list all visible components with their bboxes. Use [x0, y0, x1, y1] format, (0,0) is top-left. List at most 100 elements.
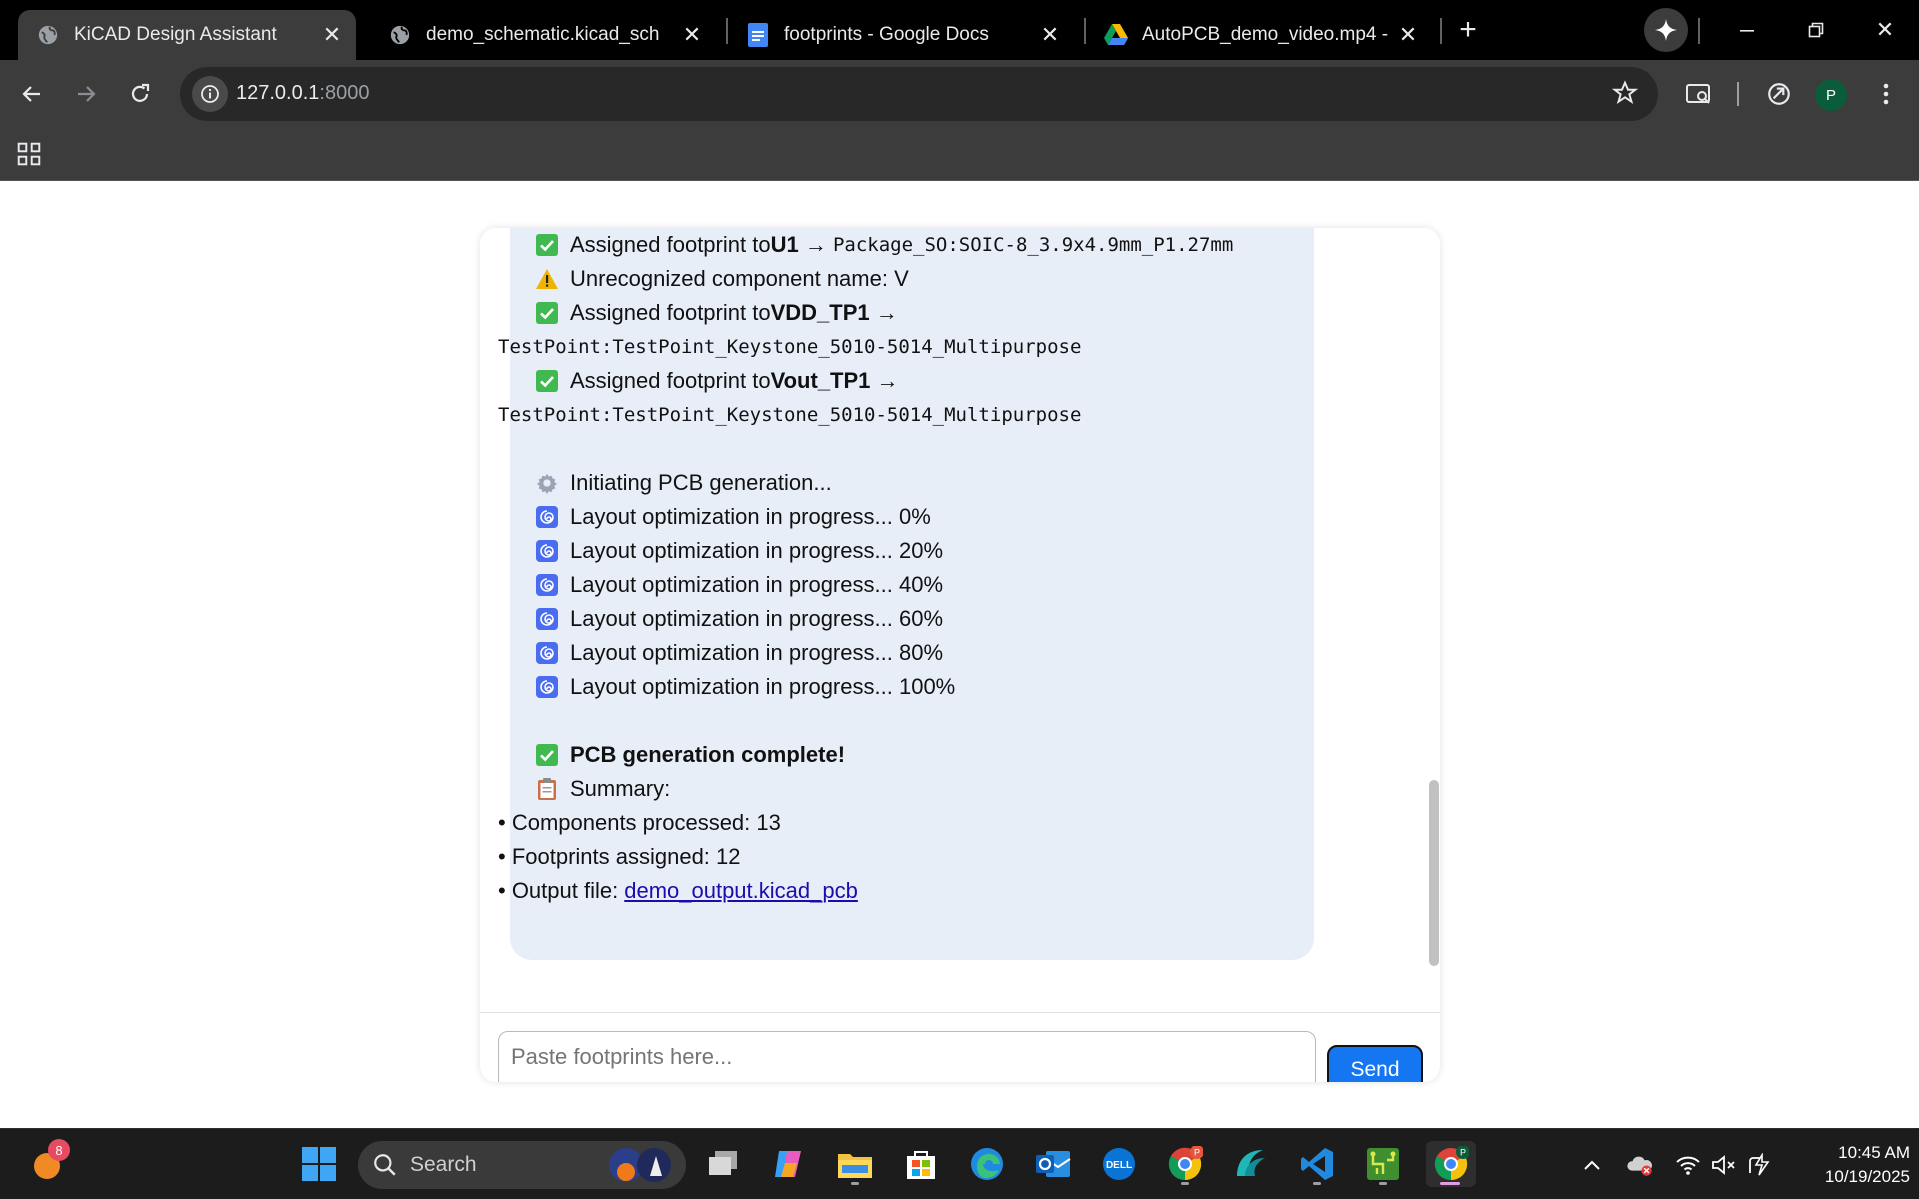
- tab-autopcb-video[interactable]: AutoPCB_demo_video.mp4 - Go ✕: [1086, 10, 1432, 60]
- tab-kicad-design-assistant[interactable]: KiCAD Design Assistant ✕: [18, 10, 356, 60]
- wifi-icon: [1676, 1156, 1700, 1175]
- close-tab-icon[interactable]: ✕: [314, 17, 350, 53]
- edge-button[interactable]: [964, 1141, 1010, 1187]
- volume-muted-icon: [1712, 1155, 1735, 1175]
- tab-title: demo_schematic.kicad_sch: [426, 24, 660, 45]
- chat-container: Assigned footprint to U1 → Package_SO:SO…: [480, 228, 1440, 1082]
- line-text: • Output file:: [498, 878, 619, 903]
- message-line: Summary:: [534, 772, 1314, 806]
- footprint-input[interactable]: [498, 1031, 1316, 1082]
- chrome-menu-button[interactable]: [1866, 74, 1906, 114]
- line-text: Unrecognized component name: V: [570, 266, 909, 291]
- minimize-button[interactable]: [1722, 6, 1772, 54]
- file-explorer-button[interactable]: [832, 1141, 878, 1187]
- clipboard-icon: [534, 776, 560, 802]
- close-tab-icon[interactable]: ✕: [1390, 17, 1426, 53]
- browser-toolbar: 127.0.0.1:8000 P: [0, 60, 1919, 129]
- url-port: :8000: [319, 82, 370, 104]
- summary-item: • Components processed: 13: [498, 806, 1314, 840]
- summary-item: • Output file: demo_output.kicad_pcb: [498, 874, 1314, 908]
- chat-scrollbar-thumb[interactable]: [1429, 780, 1439, 966]
- halloween-search-highlight-icon: [609, 1148, 671, 1182]
- task-view-button[interactable]: [700, 1141, 746, 1187]
- system-clock[interactable]: 10:45 AM 10/19/2025: [1790, 1141, 1910, 1189]
- close-tab-icon[interactable]: ✕: [674, 17, 710, 53]
- line-text: Assigned footprint to: [570, 300, 771, 325]
- google-drive-icon: [1104, 23, 1128, 47]
- volume-tray-button[interactable]: [1710, 1151, 1738, 1179]
- send-button[interactable]: Send: [1327, 1045, 1423, 1082]
- address-bar[interactable]: 127.0.0.1:8000: [180, 67, 1658, 121]
- wifi-tray-button[interactable]: [1674, 1151, 1702, 1179]
- wave-app-icon: [1237, 1150, 1265, 1176]
- line-text: Layout optimization in progress...: [570, 572, 893, 597]
- new-tab-button[interactable]: +: [1450, 12, 1486, 48]
- bookmark-star-button[interactable]: [1611, 80, 1639, 111]
- dell-logo-icon: DELL: [1103, 1148, 1135, 1180]
- cyclone-icon: [534, 572, 560, 598]
- chevron-up-icon: [1584, 1160, 1600, 1170]
- vscode-button[interactable]: [1294, 1141, 1340, 1187]
- windows-logo-icon: [302, 1147, 336, 1181]
- taskbar-search[interactable]: Search: [358, 1141, 686, 1189]
- reload-button[interactable]: [120, 74, 160, 114]
- tab-search-button[interactable]: [1679, 74, 1719, 114]
- url-host: 127.0.0.1: [236, 82, 320, 104]
- gemini-button[interactable]: [1644, 8, 1688, 52]
- leaf-speed-icon: [1768, 83, 1790, 105]
- check-icon: [534, 742, 560, 768]
- back-button[interactable]: [12, 74, 52, 114]
- chrome-profile-p-button[interactable]: P: [1162, 1141, 1208, 1187]
- line-text: Layout optimization in progress...: [570, 606, 893, 631]
- close-window-button[interactable]: ✕: [1860, 6, 1910, 54]
- progress-line: Layout optimization in progress... 100%: [534, 670, 1314, 704]
- tab-separator: [1698, 18, 1700, 44]
- start-button[interactable]: [296, 1141, 342, 1187]
- tab-footprints-docs[interactable]: footprints - Google Docs ✕: [728, 10, 1074, 60]
- cyclone-icon: [534, 674, 560, 700]
- widgets-button[interactable]: 8: [24, 1139, 70, 1187]
- chat-messages[interactable]: Assigned footprint to U1 → Package_SO:SO…: [480, 228, 1440, 1012]
- chrome-icon: P: [1168, 1146, 1203, 1181]
- running-indicator: [851, 1182, 859, 1185]
- kicad-pcb-button[interactable]: [1360, 1141, 1406, 1187]
- url-text[interactable]: 127.0.0.1:8000: [236, 82, 369, 105]
- clock-time: 10:45 AM: [1838, 1143, 1910, 1162]
- outlook-button[interactable]: [1030, 1141, 1076, 1187]
- tab-strip: KiCAD Design Assistant ✕ demo_schematic.…: [0, 0, 1919, 60]
- search-icon: [374, 1154, 396, 1176]
- google-docs-icon: [746, 23, 770, 47]
- clock-date: 10/19/2025: [1824, 1167, 1910, 1186]
- progress-value: 80%: [898, 640, 944, 665]
- battery-tray-button[interactable]: [1746, 1151, 1774, 1179]
- line-text: Initiating PCB generation...: [570, 470, 832, 495]
- forward-button[interactable]: [66, 74, 106, 114]
- restore-button[interactable]: [1791, 6, 1841, 54]
- vscode-icon: [1301, 1148, 1333, 1180]
- apps-button[interactable]: [16, 141, 44, 169]
- app-wave-button[interactable]: [1228, 1141, 1274, 1187]
- message-line: TestPoint:TestPoint_Keystone_5010-5014_M…: [498, 398, 1314, 432]
- footprint-code: TestPoint:TestPoint_Keystone_5010-5014_M…: [498, 336, 1082, 358]
- close-tab-icon[interactable]: ✕: [1032, 17, 1068, 53]
- onedrive-tray-button[interactable]: [1626, 1151, 1654, 1179]
- reload-icon: [131, 83, 150, 102]
- line-text: Assigned footprint to: [570, 232, 771, 257]
- chrome-active-button[interactable]: P: [1426, 1141, 1476, 1187]
- microsoft-store-button[interactable]: [898, 1141, 944, 1187]
- output-file-link[interactable]: demo_output.kicad_pcb: [624, 874, 858, 908]
- site-info-button[interactable]: [192, 76, 228, 112]
- progress-line: Layout optimization in progress... 60%: [534, 602, 1314, 636]
- svg-text:P: P: [1460, 1148, 1466, 1158]
- dell-button[interactable]: DELL: [1096, 1141, 1142, 1187]
- notification-badge: 8: [48, 1139, 70, 1161]
- running-indicator: [1379, 1182, 1387, 1185]
- tab-demo-schematic[interactable]: demo_schematic.kicad_sch ✕: [370, 10, 716, 60]
- profile-avatar[interactable]: P: [1815, 79, 1847, 111]
- folder-icon: [838, 1154, 872, 1178]
- copilot-button[interactable]: [766, 1141, 812, 1187]
- show-hidden-icons-button[interactable]: [1578, 1151, 1606, 1179]
- performance-button[interactable]: [1759, 74, 1799, 114]
- line-text: Layout optimization in progress...: [570, 674, 893, 699]
- progress-value: 60%: [898, 606, 944, 631]
